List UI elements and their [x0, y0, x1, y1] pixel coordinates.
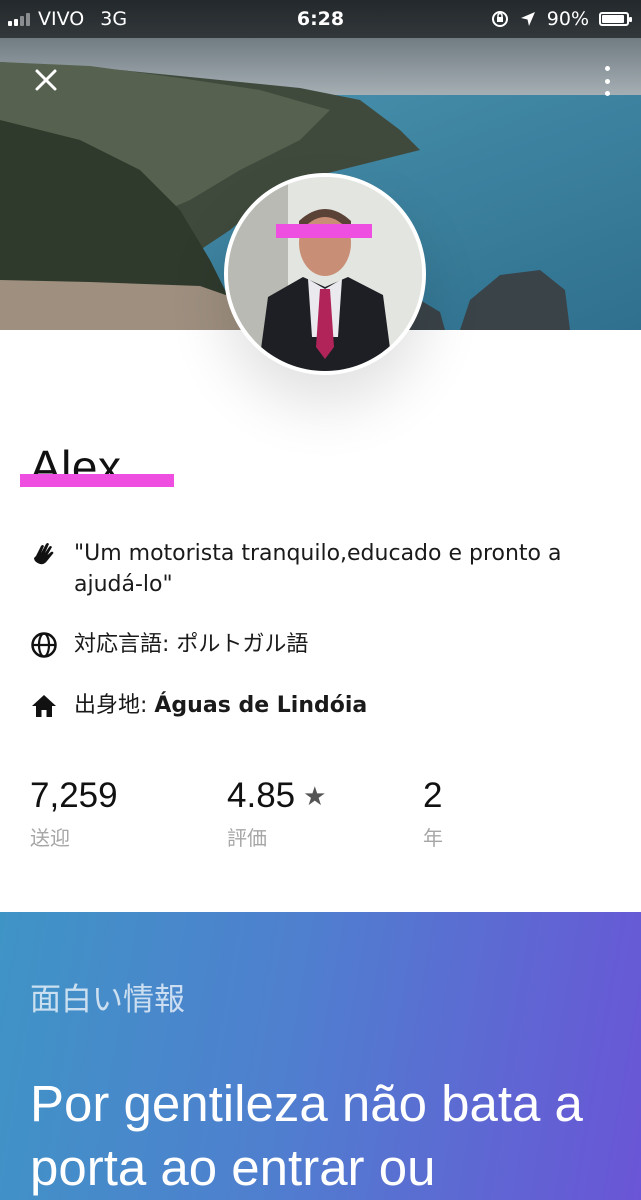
location-arrow-icon	[520, 12, 535, 26]
trips-value: 7,259	[30, 776, 118, 815]
hometown-row: 出身地: Águas de Lindóia	[30, 690, 614, 721]
home-icon	[30, 690, 58, 721]
rating-value: 4.85	[227, 776, 296, 815]
fun-fact-text: Por gentileza não bata a porta ao entrar…	[30, 1075, 583, 1196]
more-dot	[604, 91, 610, 96]
hometown-value: Águas de Lindóia	[154, 693, 368, 718]
years-label: 年	[423, 826, 443, 850]
battery-fill	[602, 15, 624, 23]
driver-portrait-image	[228, 177, 422, 371]
signal-icon	[8, 12, 30, 26]
more-options-button[interactable]	[601, 66, 613, 96]
battery-percent: 90%	[546, 8, 589, 30]
more-dot	[604, 78, 610, 84]
hometown-label: 出身地:	[74, 693, 155, 718]
stat-years: 2 年	[423, 776, 443, 851]
name-redaction-bar	[20, 474, 174, 487]
trips-label: 送迎	[30, 826, 70, 850]
years-value: 2	[423, 776, 443, 815]
avatar[interactable]	[224, 173, 426, 375]
fun-fact-card: 面白い情報 Por gentileza não bata a porta ao …	[0, 912, 641, 1200]
status-time: 6:28	[296, 8, 345, 30]
orientation-lock-icon	[491, 11, 508, 27]
languages-label: 対応言語:	[74, 632, 177, 657]
star-icon: ★	[303, 780, 327, 811]
stat-rating: 4.85 ★ 評価	[227, 776, 326, 851]
status-right: 90%	[491, 8, 632, 30]
rating-label: 評価	[227, 826, 267, 850]
globe-icon	[30, 629, 58, 660]
languages-value: ポルトガル語	[176, 632, 309, 657]
languages-text: 対応言語: ポルトガル語	[74, 629, 614, 660]
status-bar: VIVO 3G 6:28 90%	[0, 0, 641, 38]
driver-quote: "Um motorista tranquilo,educado e pronto…	[74, 541, 562, 597]
wave-hand-icon	[30, 538, 58, 569]
network-label: 3G	[100, 8, 128, 30]
stat-trips: 7,259 送迎	[30, 776, 118, 851]
quote-row: "Um motorista tranquilo,educado e pronto…	[30, 538, 614, 600]
languages-row: 対応言語: ポルトガル語	[30, 629, 614, 660]
hometown-text: 出身地: Águas de Lindóia	[74, 690, 614, 721]
carrier-label: VIVO	[38, 8, 85, 30]
close-button[interactable]	[30, 64, 62, 96]
close-icon	[35, 69, 57, 91]
rating-value-row: 4.85 ★	[227, 776, 326, 816]
battery-icon	[599, 12, 632, 26]
fun-fact-title: 面白い情報	[30, 982, 185, 1018]
status-left: VIVO 3G	[8, 8, 127, 30]
eye-redaction-bar	[276, 224, 372, 238]
avatar-photo	[228, 177, 422, 371]
more-dot	[604, 66, 610, 71]
